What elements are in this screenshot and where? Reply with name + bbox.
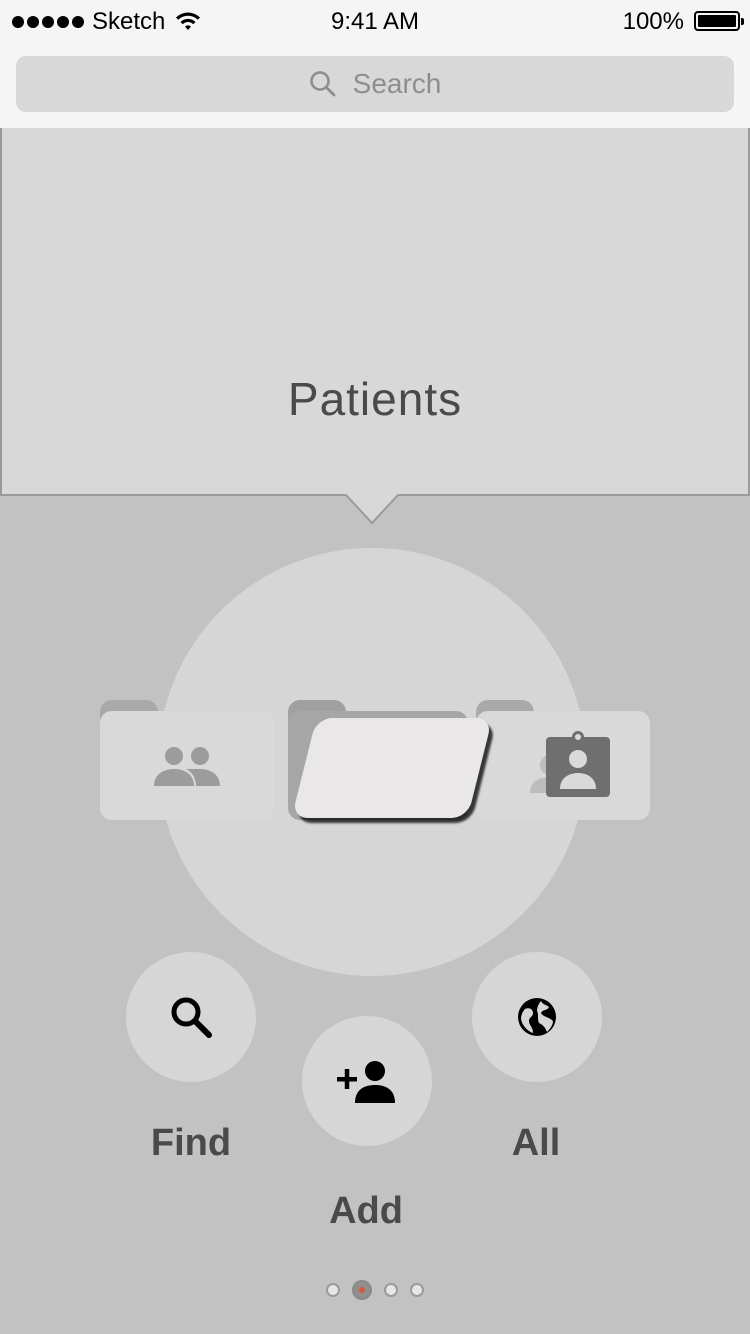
find-label: Find [150,1122,232,1164]
add-button[interactable] [302,1016,432,1146]
page-indicator [0,1280,750,1300]
pointer-arrow-icon [346,494,399,525]
card-active-folder[interactable] [291,718,493,818]
page-dot[interactable] [410,1283,424,1297]
contact-badge-icon [530,731,610,797]
add-person-icon [337,1061,395,1103]
search-icon [171,997,212,1038]
card-patient-badge[interactable] [476,711,650,820]
hero-panel: Patients [0,128,750,496]
search-placeholder: Search [352,68,442,99]
search-area: Search [0,44,750,128]
search-input[interactable]: Search [16,56,734,112]
battery-percentage: 100% [622,8,684,35]
all-label: All [511,1122,561,1164]
card-patients-group[interactable] [100,711,274,820]
status-bar: Sketch 9:41 AM 100% [0,0,750,44]
people-icon [154,747,220,786]
globe-icon [518,998,556,1036]
add-label: Add [329,1190,403,1232]
page-dot[interactable] [326,1283,340,1297]
battery-icon [694,11,744,31]
find-button[interactable] [126,952,256,1082]
search-icon [309,71,336,97]
all-button[interactable] [472,952,602,1082]
page-title: Patients [287,373,463,425]
page-dot[interactable] [384,1283,398,1297]
page-dot-active[interactable] [352,1280,372,1300]
